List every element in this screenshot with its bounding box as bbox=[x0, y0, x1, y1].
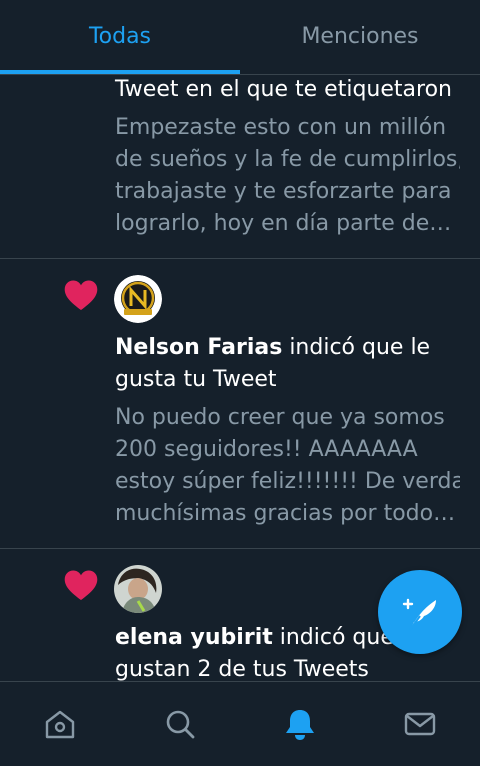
notification-title-line: gusta tu Tweet bbox=[115, 367, 277, 392]
home-icon bbox=[45, 710, 75, 739]
notification-title-line: Nelson Farias indicó que le bbox=[115, 332, 430, 364]
top-tab-bar: Todas Menciones bbox=[0, 0, 480, 75]
heart-icon bbox=[64, 280, 98, 311]
active-tab-indicator bbox=[0, 70, 240, 74]
tweet-preview-line: lograrlo, hoy en día parte de… bbox=[115, 211, 452, 236]
compose-tweet-icon bbox=[402, 598, 436, 631]
notification-title: Tweet en el que te etiquetaron bbox=[115, 77, 452, 102]
tweet-preview-line: trabajaste y te esforzarte para bbox=[115, 179, 452, 204]
user-name[interactable]: elena yubirit bbox=[115, 625, 273, 650]
tweet-preview-line: 200 seguidores!! AAAAAAA bbox=[115, 437, 418, 462]
notification-item[interactable]: Nelson Farias indicó que le gusta tu Twe… bbox=[0, 259, 480, 549]
bottom-nav-bar bbox=[0, 681, 480, 766]
notification-title-line: gustan 2 de tus Tweets bbox=[115, 657, 369, 681]
tweet-preview-line: de sueños y la fe de cumplirlos, bbox=[115, 147, 460, 172]
notification-item[interactable]: Tweet en el que te etiquetaron Empezaste… bbox=[0, 74, 480, 259]
action-text: indicó que le bbox=[282, 335, 431, 360]
tweet-preview-line: estoy súper feliz!!!!!!! De verdad bbox=[115, 469, 460, 494]
tweet-preview-line: Empezaste esto con un millón bbox=[115, 115, 447, 140]
tab-todas[interactable]: Todas bbox=[0, 0, 240, 72]
search-icon bbox=[166, 710, 195, 739]
tweet-preview-line: muchísimas gracias por todo… bbox=[115, 501, 456, 526]
nav-home[interactable] bbox=[0, 682, 120, 766]
nav-search[interactable] bbox=[120, 682, 240, 766]
nav-notifications[interactable] bbox=[240, 682, 360, 766]
tweet-preview: Empezaste esto con un millón de sueños y… bbox=[115, 112, 460, 240]
tweet-preview-line: No puedo creer que ya somos bbox=[115, 405, 445, 430]
nav-messages[interactable] bbox=[360, 682, 480, 766]
notification-title-line: elena yubirit indicó que le bbox=[115, 622, 421, 654]
avatar[interactable] bbox=[114, 565, 162, 613]
messages-envelope-icon bbox=[404, 712, 436, 736]
user-name[interactable]: Nelson Farias bbox=[115, 335, 282, 360]
notifications-bell-icon bbox=[286, 710, 314, 740]
avatar[interactable] bbox=[114, 275, 162, 323]
tweet-preview: No puedo creer que ya somos 200 seguidor… bbox=[115, 402, 460, 530]
tab-menciones[interactable]: Menciones bbox=[240, 0, 480, 72]
compose-tweet-button[interactable] bbox=[378, 570, 462, 654]
heart-icon bbox=[64, 570, 98, 601]
